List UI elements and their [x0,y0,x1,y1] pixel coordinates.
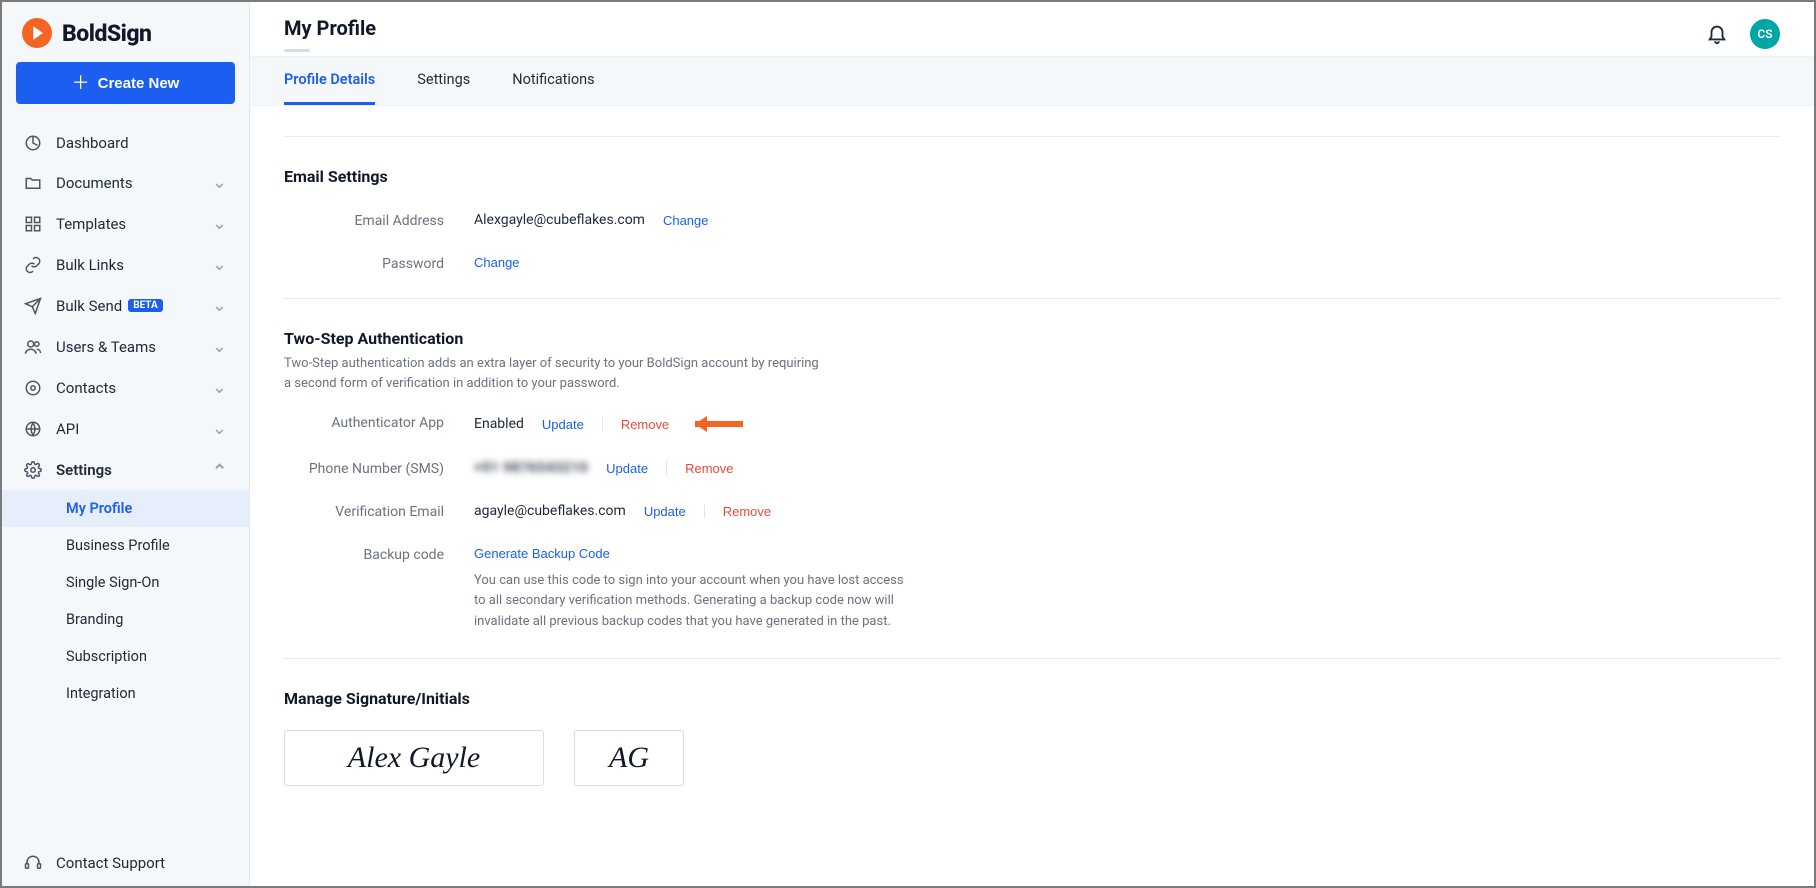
phone-number-row: Phone Number (SMS) +91 9876543210 Update… [284,460,1780,477]
verification-email-label: Verification Email [284,503,474,520]
nav-api[interactable]: API ⌄ [2,408,249,449]
brand-logo-icon [22,18,52,48]
content: Email Settings Email Address Alexgayle@c… [250,106,1814,886]
api-icon [24,420,42,438]
nav-my-profile[interactable]: My Profile [2,490,249,527]
authenticator-app-status: Enabled [474,416,524,432]
nav-branding[interactable]: Branding [2,601,249,638]
dashboard-icon [24,134,42,152]
backup-code-help: You can use this code to sign into your … [474,571,914,631]
verif-email-update-link[interactable]: Update [644,504,686,519]
authenticator-app-label: Authenticator App [284,414,474,431]
beta-badge: BETA [128,299,163,312]
change-password-link[interactable]: Change [474,255,520,270]
tabs-bar: Profile Details Settings Notifications [250,56,1814,106]
phone-remove-link[interactable]: Remove [685,461,733,476]
chevron-down-icon: ⌄ [212,377,227,398]
email-address-row: Email Address Alexgayle@cubeflakes.com C… [284,212,1780,229]
phone-number-label: Phone Number (SMS) [284,460,474,477]
nav-subscription[interactable]: Subscription [2,638,249,675]
divider [284,298,1780,299]
main: My Profile CS Profile Details Settings N… [250,2,1814,886]
contacts-icon [24,379,42,397]
create-new-button[interactable]: ＋ Create New [16,62,235,104]
arrow-annotation-icon [693,414,751,434]
generate-backup-code-link[interactable]: Generate Backup Code [474,546,610,561]
change-email-link[interactable]: Change [663,213,709,228]
create-new-label: Create New [98,75,180,92]
password-row: Password Change [284,255,1780,272]
phone-update-link[interactable]: Update [606,461,648,476]
tab-settings[interactable]: Settings [417,57,470,105]
nav-integration[interactable]: Integration [2,675,249,712]
nav-settings-submenu: My Profile Business Profile Single Sign-… [2,490,249,712]
divider [284,658,1780,659]
tab-notifications[interactable]: Notifications [512,57,594,105]
link-icon [24,256,42,274]
chevron-down-icon: ⌄ [212,172,227,193]
divider-vertical [666,461,667,475]
chevron-down-icon: ⌄ [212,213,227,234]
user-avatar[interactable]: CS [1750,19,1780,49]
divider [284,136,1780,137]
authenticator-remove-link[interactable]: Remove [621,417,669,432]
brand-logo[interactable]: BoldSign [2,2,249,62]
templates-icon [24,215,42,233]
nav-contacts[interactable]: Contacts ⌄ [2,367,249,408]
nav-settings[interactable]: Settings ⌄ [2,449,249,490]
nav-users-teams[interactable]: Users & Teams ⌄ [2,326,249,367]
nav-list: Dashboard Documents ⌄ Templates ⌄ Bulk L… [2,118,249,842]
nav-templates[interactable]: Templates ⌄ [2,203,249,244]
two-step-desc: Two-Step authentication adds an extra la… [284,354,824,394]
signature-initials-box[interactable]: AG [574,730,684,786]
divider-vertical [602,417,603,431]
nav-business-profile[interactable]: Business Profile [2,527,249,564]
users-icon [24,338,42,356]
chevron-down-icon: ⌄ [212,295,227,316]
verification-email-value: agayle@cubeflakes.com [474,503,626,519]
bell-icon [1706,22,1728,44]
folder-icon [24,174,42,192]
send-icon [24,297,42,315]
header: My Profile CS [250,2,1814,52]
chevron-down-icon: ⌄ [212,418,227,439]
sidebar: BoldSign ＋ Create New Dashboard Document… [2,2,250,886]
manage-signature-title: Manage Signature/Initials [284,689,1780,708]
nav-bulk-send[interactable]: Bulk Send BETA ⌄ [2,285,249,326]
authenticator-app-row: Authenticator App Enabled Update Remove [284,414,1780,434]
nav-dashboard[interactable]: Dashboard [2,124,249,162]
verif-email-remove-link[interactable]: Remove [723,504,771,519]
signature-row: Alex Gayle AG [284,730,1780,786]
chevron-down-icon: ⌄ [212,254,227,275]
tab-profile-details[interactable]: Profile Details [284,57,375,105]
notifications-button[interactable] [1702,18,1732,51]
email-address-label: Email Address [284,212,474,229]
email-address-value: Alexgayle@cubeflakes.com [474,212,645,228]
signature-fullname-box[interactable]: Alex Gayle [284,730,544,786]
authenticator-update-link[interactable]: Update [542,417,584,432]
backup-code-label: Backup code [284,546,474,563]
gear-icon [24,461,42,479]
nav-sso[interactable]: Single Sign-On [2,564,249,601]
headset-icon [24,854,42,872]
backup-code-row: Backup code Generate Backup Code You can… [284,546,1780,631]
nav-documents[interactable]: Documents ⌄ [2,162,249,203]
chevron-down-icon: ⌄ [212,336,227,357]
nav-bulk-links[interactable]: Bulk Links ⌄ [2,244,249,285]
phone-number-value: +91 9876543210 [474,460,588,476]
page-title: My Profile [284,16,376,52]
two-step-title: Two-Step Authentication [284,329,1780,348]
plus-icon: ＋ [72,74,90,92]
divider-vertical [704,504,705,518]
verification-email-row: Verification Email agayle@cubeflakes.com… [284,503,1780,520]
chevron-up-icon: ⌄ [212,459,227,480]
password-label: Password [284,255,474,272]
brand-name: BoldSign [62,20,151,47]
email-settings-title: Email Settings [284,167,1780,186]
nav-contact-support[interactable]: Contact Support [2,842,249,886]
